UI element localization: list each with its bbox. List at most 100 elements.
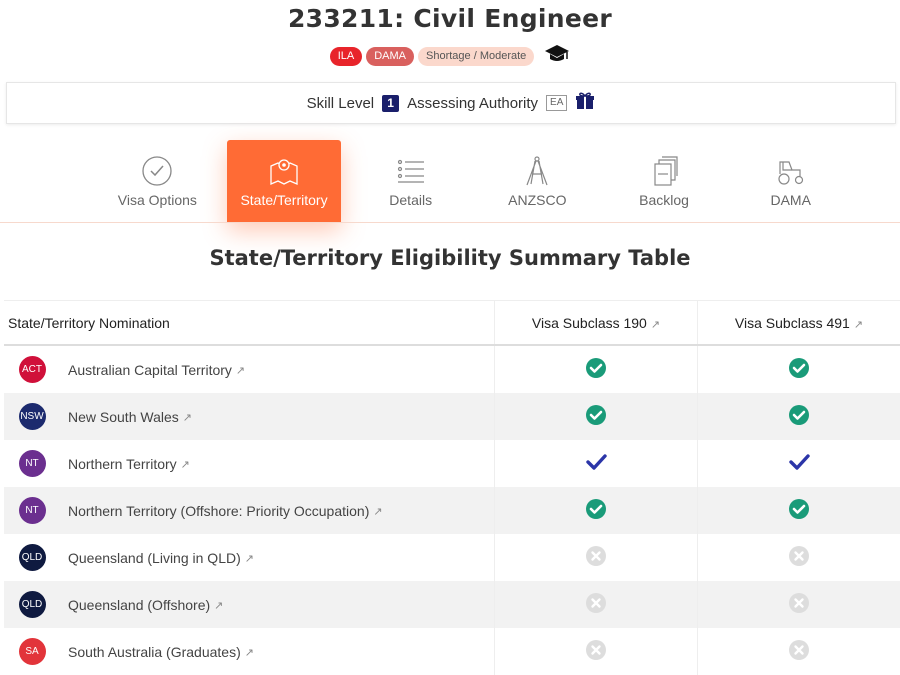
tractor-icon	[774, 154, 808, 188]
column-header-190[interactable]: Visa Subclass 190↗	[495, 301, 698, 346]
tab-dama[interactable]: DAMA	[733, 140, 848, 223]
visa-190-status	[495, 440, 698, 487]
eligible-check-icon	[788, 366, 810, 382]
check-circle-icon	[140, 154, 174, 188]
skill-level-label: Skill Level	[307, 95, 375, 112]
visa-190-status	[495, 534, 698, 581]
state-abbr: QLD	[19, 544, 46, 571]
tab-bar: Visa Options State/Territory Details ANZ…	[100, 140, 860, 223]
eligible-check-icon	[788, 507, 810, 523]
state-name-link[interactable]: Northern Territory	[68, 456, 177, 472]
tab-label: Backlog	[639, 192, 689, 208]
checkmark-icon	[585, 460, 607, 476]
state-abbr: QLD	[19, 591, 46, 618]
state-name-link[interactable]: Australian Capital Territory	[68, 362, 232, 378]
dama-badge[interactable]: DAMA	[366, 47, 414, 66]
external-link-icon[interactable]: ↗	[245, 647, 254, 659]
external-link-icon[interactable]: ↗	[236, 365, 245, 377]
table-row: NT Northern Territory ↗	[4, 440, 900, 487]
state-logo: ACT	[4, 345, 60, 393]
state-abbr: SA	[19, 638, 46, 665]
external-link-icon: ↗	[854, 319, 863, 331]
external-link-icon[interactable]: ↗	[245, 553, 254, 565]
compass-icon	[520, 154, 554, 188]
visa-491-status	[698, 628, 900, 675]
visa-190-status	[495, 628, 698, 675]
ineligible-x-icon	[788, 554, 810, 570]
state-name-cell: New South Wales ↗	[60, 393, 495, 440]
ila-badge[interactable]: ILA	[330, 47, 363, 66]
visa-190-status	[495, 345, 698, 393]
graduation-cap-icon[interactable]	[544, 44, 570, 68]
tab-label: ANZSCO	[508, 192, 566, 208]
external-link-icon[interactable]: ↗	[214, 600, 223, 612]
state-name-cell: Queensland (Living in QLD) ↗	[60, 534, 495, 581]
visa-491-status	[698, 345, 900, 393]
visa-491-status	[698, 487, 900, 534]
eligible-check-icon	[788, 413, 810, 429]
tab-visa-options[interactable]: Visa Options	[100, 140, 215, 223]
table-row: QLD Queensland (Living in QLD) ↗	[4, 534, 900, 581]
eligible-check-icon	[585, 366, 607, 382]
eligible-check-icon	[585, 413, 607, 429]
ineligible-x-icon	[585, 648, 607, 664]
state-logo: SA	[4, 628, 60, 675]
column-header-state: State/Territory Nomination	[4, 301, 495, 346]
tab-label: DAMA	[770, 192, 810, 208]
skill-level-value: 1	[382, 95, 399, 112]
tab-backlog[interactable]: Backlog	[607, 140, 722, 223]
visa-491-status	[698, 581, 900, 628]
table-row: NT Northern Territory (Offshore: Priority…	[4, 487, 900, 534]
state-logo: NT	[4, 440, 60, 487]
state-abbr: ACT	[19, 356, 46, 383]
list-icon	[394, 154, 428, 188]
documents-icon	[647, 154, 681, 188]
external-link-icon: ↗	[651, 319, 660, 331]
table-row: ACT Australian Capital Territory ↗	[4, 345, 900, 393]
visa-491-status	[698, 393, 900, 440]
table-row: QLD Queensland (Offshore) ↗	[4, 581, 900, 628]
gift-icon[interactable]	[575, 92, 595, 114]
table-row: NSW New South Wales ↗	[4, 393, 900, 440]
state-logo: NT	[4, 487, 60, 534]
state-abbr: NT	[19, 497, 46, 524]
tab-label: State/Territory	[240, 192, 327, 208]
state-name-link[interactable]: South Australia (Graduates)	[68, 644, 241, 660]
visa-190-status	[495, 581, 698, 628]
eligible-check-icon	[585, 507, 607, 523]
tab-anzsco[interactable]: ANZSCO	[480, 140, 595, 223]
tab-details[interactable]: Details	[353, 140, 468, 223]
skill-info-bar: Skill Level 1 Assessing Authority EA	[6, 82, 896, 124]
assessing-authority-label: Assessing Authority	[407, 95, 538, 112]
state-name-cell: Northern Territory (Offshore: Priority O…	[60, 487, 495, 534]
map-pin-icon	[267, 154, 301, 188]
eligibility-table: State/Territory Nomination Visa Subclass…	[4, 300, 900, 675]
shortage-badge[interactable]: Shortage / Moderate	[418, 47, 534, 66]
state-name-cell: Australian Capital Territory ↗	[60, 345, 495, 393]
table-header-row: State/Territory Nomination Visa Subclass…	[4, 301, 900, 346]
ineligible-x-icon	[788, 601, 810, 617]
state-name-link[interactable]: Queensland (Offshore)	[68, 597, 210, 613]
state-name-link[interactable]: New South Wales	[68, 409, 179, 425]
state-logo: QLD	[4, 534, 60, 581]
page-title: 233211: Civil Engineer	[0, 4, 900, 33]
visa-491-status	[698, 440, 900, 487]
state-name-link[interactable]: Northern Territory (Offshore: Priority O…	[68, 503, 369, 519]
tab-state-territory[interactable]: State/Territory	[227, 140, 342, 223]
state-logo: NSW	[4, 393, 60, 440]
tab-label: Visa Options	[118, 192, 197, 208]
state-abbr: NSW	[19, 403, 46, 430]
external-link-icon[interactable]: ↗	[373, 506, 382, 518]
column-header-491[interactable]: Visa Subclass 491↗	[698, 301, 900, 346]
section-title: State/Territory Eligibility Summary Tabl…	[0, 246, 900, 270]
state-abbr: NT	[19, 450, 46, 477]
badge-row: ILA DAMA Shortage / Moderate	[0, 44, 900, 68]
ineligible-x-icon	[788, 648, 810, 664]
state-name-cell: South Australia (Graduates) ↗	[60, 628, 495, 675]
visa-491-status	[698, 534, 900, 581]
assessing-authority-value[interactable]: EA	[546, 95, 567, 111]
external-link-icon[interactable]: ↗	[183, 412, 192, 424]
ineligible-x-icon	[585, 601, 607, 617]
external-link-icon[interactable]: ↗	[181, 459, 190, 471]
state-name-link[interactable]: Queensland (Living in QLD)	[68, 550, 241, 566]
